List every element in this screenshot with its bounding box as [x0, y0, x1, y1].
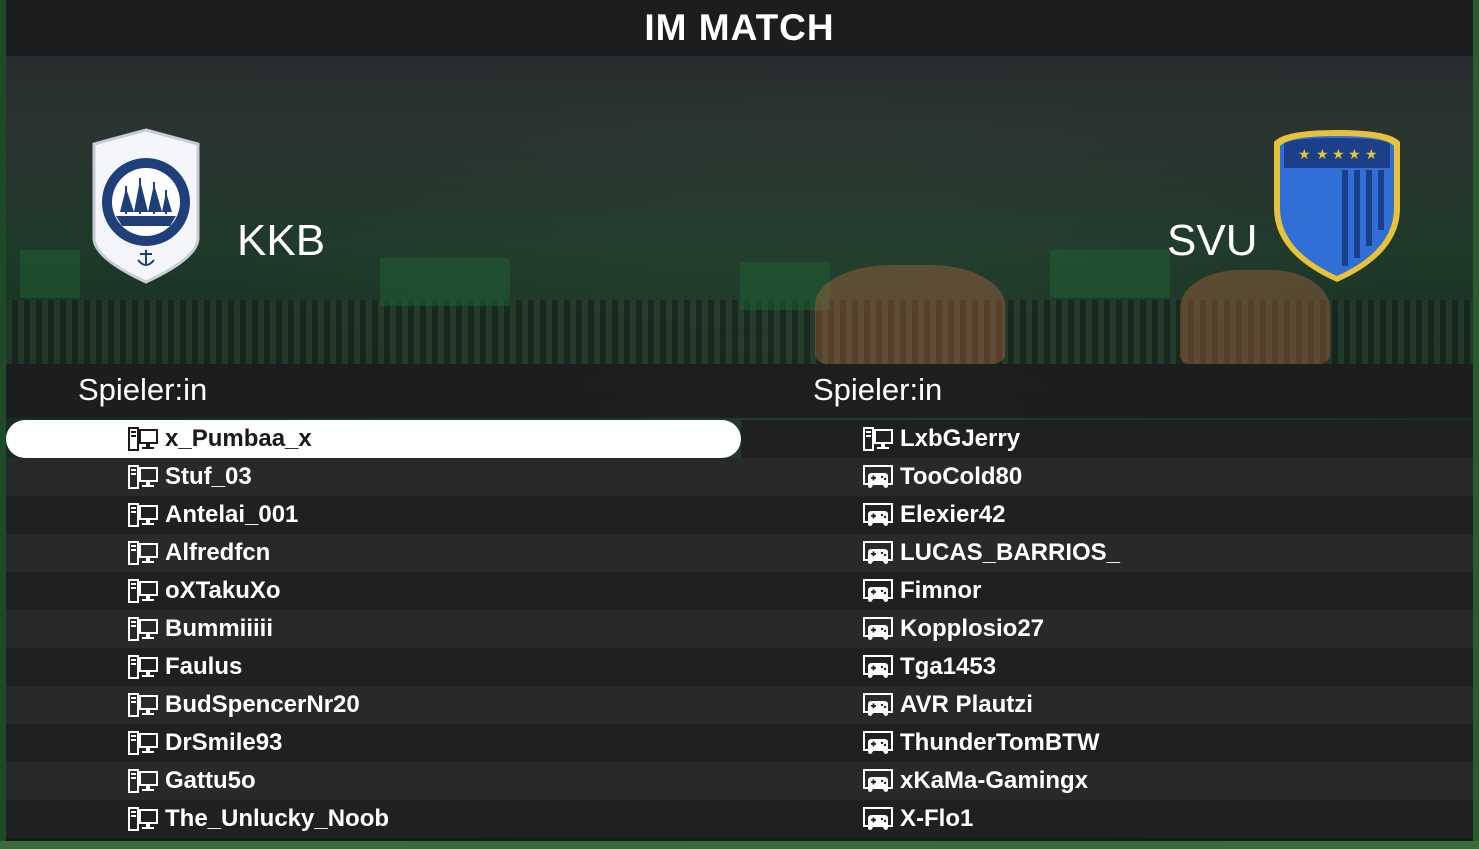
svg-text:★: ★ [1298, 147, 1311, 163]
stadium-banner [20, 250, 80, 298]
away-player-name: LUCAS_BARRIOS_ [900, 539, 1121, 566]
home-player-row[interactable]: Bummiiiii [6, 610, 741, 648]
away-player-row[interactable]: Kopplosio27 [741, 610, 1473, 648]
home-player-name: Faulus [165, 653, 243, 680]
home-player-row[interactable]: x_Pumbaa_x [6, 420, 741, 458]
away-player-name: LxbGJerry [900, 425, 1021, 452]
home-player-row[interactable]: oXTakuXo [6, 572, 741, 610]
page-title: IM MATCH [644, 7, 835, 48]
away-player-row[interactable]: X-Flo1 [741, 800, 1473, 838]
home-player-row[interactable]: Antelai_001 [6, 496, 741, 534]
away-player-row[interactable]: AVR Plautzi [741, 686, 1473, 724]
svg-text:★: ★ [1365, 147, 1378, 163]
pc-icon [128, 731, 158, 755]
home-player-name: Stuf_03 [165, 463, 252, 490]
pc-icon [128, 807, 158, 831]
console-icon [863, 617, 893, 641]
ship-badge-icon [92, 128, 200, 284]
home-player-row[interactable]: Stuf_03 [6, 458, 741, 496]
home-player-row[interactable]: The_Unlucky_Noob [6, 800, 741, 838]
pc-icon [863, 427, 893, 451]
home-player-name: x_Pumbaa_x [165, 425, 312, 452]
home-player-list: x_Pumbaa_x Stuf_03 Antelai_001 Alfredfcn oXT… [6, 420, 741, 838]
away-player-name: Fimnor [900, 577, 982, 604]
home-player-row[interactable]: Alfredfcn [6, 534, 741, 572]
away-player-row[interactable]: xKaMa-Gamingx [741, 762, 1473, 800]
away-player-name: xKaMa-Gamingx [900, 767, 1089, 794]
away-player-row[interactable]: ThunderTomBTW [741, 724, 1473, 762]
console-icon [863, 769, 893, 793]
pc-icon [128, 503, 158, 527]
home-players-label: Spieler:in [78, 372, 208, 407]
home-player-name: Bummiiiii [165, 615, 274, 642]
home-team-name: KKB [237, 216, 326, 265]
pc-icon [128, 541, 158, 565]
console-icon [863, 465, 893, 489]
away-player-row[interactable]: TooCold80 [741, 458, 1473, 496]
pc-icon [128, 693, 158, 717]
home-player-name: BudSpencerNr20 [165, 691, 360, 718]
home-players-header: Spieler:in [6, 364, 741, 418]
home-player-name: Antelai_001 [165, 501, 299, 528]
home-player-name: DrSmile93 [165, 729, 283, 756]
pc-icon [128, 579, 158, 603]
blue-shield-stars-icon: ★ ★ ★ ★ ★ [1274, 130, 1400, 282]
home-player-name: oXTakuXo [165, 577, 281, 604]
away-player-row[interactable]: LxbGJerry [741, 420, 1473, 458]
away-player-row[interactable]: LUCAS_BARRIOS_ [741, 534, 1473, 572]
player-figure [1180, 270, 1330, 365]
away-player-name: ThunderTomBTW [900, 729, 1100, 756]
away-player-row[interactable]: Tga1453 [741, 648, 1473, 686]
player-figure [815, 265, 1005, 365]
console-icon [863, 655, 893, 679]
pc-icon [128, 465, 158, 489]
home-player-name: The_Unlucky_Noob [165, 805, 390, 832]
pc-icon [128, 655, 158, 679]
away-player-name: TooCold80 [900, 463, 1023, 490]
home-player-row[interactable]: Gattu5o [6, 762, 741, 800]
console-icon [863, 731, 893, 755]
home-player-name: Gattu5o [165, 767, 256, 794]
away-player-name: AVR Plautzi [900, 691, 1033, 718]
console-icon [863, 807, 893, 831]
away-player-row[interactable]: Elexier42 [741, 496, 1473, 534]
away-players-label: Spieler:in [813, 372, 943, 407]
svg-text:★: ★ [1316, 147, 1329, 163]
away-player-name: Tga1453 [900, 653, 997, 680]
away-player-name: Kopplosio27 [900, 615, 1045, 642]
pitch-edge [0, 841, 1479, 849]
away-player-name: Elexier42 [900, 501, 1006, 528]
away-players-header: Spieler:in [741, 364, 1473, 418]
pc-icon [128, 617, 158, 641]
home-player-row[interactable]: BudSpencerNr20 [6, 686, 741, 724]
home-player-row[interactable]: DrSmile93 [6, 724, 741, 762]
stadium-banner [1050, 250, 1170, 298]
header-bar: IM MATCH [6, 0, 1473, 56]
stadium-banner [380, 258, 510, 306]
away-team-name: SVU [1167, 216, 1258, 265]
away-player-list: LxbGJerry TooCold80 Elexier42 LUCAS_BARRIOS… [741, 420, 1473, 838]
away-player-row[interactable]: Fimnor [741, 572, 1473, 610]
svg-text:★: ★ [1332, 147, 1345, 163]
away-player-name: X-Flo1 [900, 805, 974, 832]
console-icon [863, 503, 893, 527]
console-icon [863, 541, 893, 565]
pc-icon [128, 427, 158, 451]
svg-text:★: ★ [1348, 147, 1361, 163]
pitch-edge [1473, 0, 1479, 849]
pc-icon [128, 769, 158, 793]
console-icon [863, 693, 893, 717]
home-player-row[interactable]: Faulus [6, 648, 741, 686]
home-player-name: Alfredfcn [165, 539, 271, 566]
console-icon [863, 579, 893, 603]
